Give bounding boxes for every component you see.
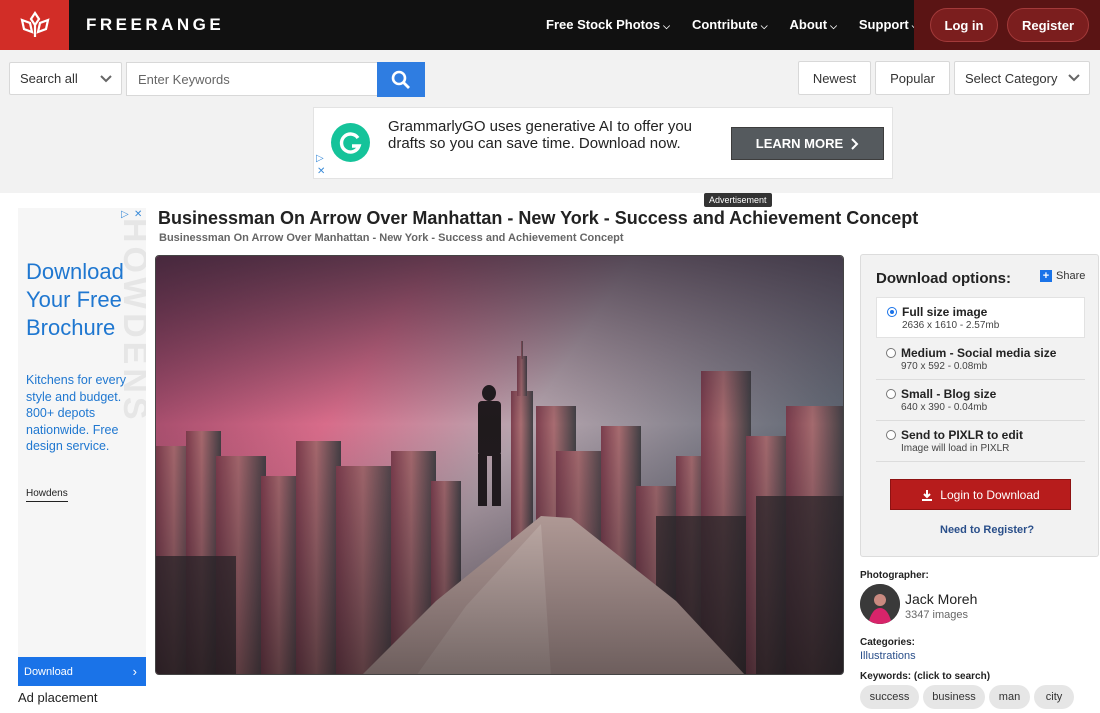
nav-label: About	[789, 17, 828, 32]
logo-icon	[19, 11, 50, 37]
chevron-down-icon: ⌵	[830, 21, 837, 31]
photographer-label: Photographer:	[860, 570, 929, 581]
keyword-tag[interactable]: city	[1034, 685, 1074, 709]
keyword-tag[interactable]: man	[989, 685, 1030, 709]
adchoices-icon[interactable]: ▷	[316, 153, 324, 164]
page-title: Businessman On Arrow Over Manhattan - Ne…	[158, 208, 919, 228]
left-advertisement[interactable]: HOWDENS ▷ ✕ Download Your Free Brochure …	[18, 208, 146, 686]
option-medium[interactable]: Medium - Social media size 970 x 592 - 0…	[876, 339, 1085, 380]
freerange-logo[interactable]	[0, 0, 69, 50]
top-advertisement[interactable]: GrammarlyGO uses generative AI to offer …	[313, 107, 893, 179]
option-details: 2636 x 1610 - 2.57mb	[902, 320, 1000, 331]
option-details: Image will load in PIXLR	[901, 443, 1010, 454]
download-options-title: Download options:	[876, 270, 1011, 287]
close-ad-icon[interactable]: ✕	[317, 166, 325, 177]
option-small[interactable]: Small - Blog size 640 x 390 - 0.04mb	[876, 380, 1085, 421]
grammarly-logo-icon	[331, 123, 370, 162]
photographer-avatar[interactable]	[860, 584, 900, 624]
ad-brand[interactable]: Howdens	[26, 488, 68, 502]
learn-more-button[interactable]: LEARN MORE	[731, 127, 884, 160]
radio-medium[interactable]	[886, 348, 896, 358]
main-photo[interactable]	[155, 255, 844, 675]
download-icon	[922, 489, 933, 501]
option-label: Medium - Social media size	[901, 346, 1057, 360]
chevron-down-icon	[1068, 74, 1080, 82]
adchoices-icon[interactable]: ▷	[121, 209, 129, 220]
option-details: 640 x 390 - 0.04mb	[901, 402, 988, 413]
register-button[interactable]: Register	[1007, 8, 1089, 42]
search-button[interactable]	[377, 62, 425, 97]
share-label: Share	[1056, 270, 1086, 282]
option-full-size[interactable]: Full size image 2636 x 1610 - 2.57mb	[876, 297, 1085, 338]
keywords-label: Keywords: (click to search)	[860, 671, 991, 682]
photographer-image-count: 3347 images	[905, 609, 968, 621]
nav-label: Free Stock Photos	[546, 17, 661, 32]
advertisement-label: Advertisement	[704, 193, 772, 207]
option-label: Send to PIXLR to edit	[901, 428, 1023, 442]
keyword-tag[interactable]: success	[860, 685, 919, 709]
nav-contribute[interactable]: Contribute ⌵	[692, 17, 768, 32]
login-to-download-label: Login to Download	[940, 487, 1040, 502]
chevron-down-icon	[100, 75, 112, 83]
radio-small[interactable]	[886, 389, 896, 399]
chevron-right-icon: ›	[132, 664, 137, 679]
ad-headline: Download Your Free Brochure	[26, 259, 124, 340]
ad-placement-label: Ad placement	[18, 690, 98, 705]
category-link[interactable]: Illustrations	[860, 650, 916, 662]
search-scope-value: Search all	[20, 71, 78, 86]
nav-label: Support	[858, 17, 909, 32]
avatar-image	[860, 584, 900, 624]
keyword-search-input[interactable]	[126, 62, 378, 96]
nav-support[interactable]: Support⌵	[859, 17, 919, 32]
learn-more-label: LEARN MORE	[755, 136, 844, 151]
chevron-down-icon: ⌵	[663, 21, 670, 31]
login-to-download-button[interactable]: Login to Download	[890, 479, 1071, 510]
nav-label: Contribute	[691, 17, 758, 32]
option-details: 970 x 592 - 0.08mb	[901, 361, 988, 372]
plus-icon: +	[1040, 270, 1052, 282]
search-scope-select[interactable]: Search all	[9, 62, 122, 95]
option-pixlr[interactable]: Send to PIXLR to edit Image will load in…	[876, 421, 1085, 462]
search-icon	[391, 70, 410, 89]
chevron-right-icon	[851, 137, 859, 150]
main-nav: Free Stock Photos ⌵ Contribute ⌵ About ⌵ Su…	[546, 17, 919, 32]
option-label: Small - Blog size	[901, 387, 997, 401]
sort-popular-button[interactable]: Popular	[875, 61, 950, 95]
top-nav-bar: FREERANGE Free Stock Photos ⌵ Contribute ⌵…	[0, 0, 1100, 50]
category-select[interactable]: Select Category	[954, 61, 1090, 95]
option-label: Full size image	[902, 305, 988, 319]
category-value: Select Category	[965, 70, 1058, 86]
ad-download-label: Download	[24, 665, 73, 678]
share-button[interactable]: + Share	[1040, 270, 1085, 282]
chevron-down-icon: ⌵	[760, 21, 768, 31]
need-to-register-link[interactable]: Need to Register?	[940, 524, 1034, 536]
radio-pixlr[interactable]	[886, 430, 896, 440]
keyword-tag[interactable]: business	[923, 685, 985, 709]
sort-newest-button[interactable]: Newest	[798, 61, 871, 95]
photographer-name[interactable]: Jack Moreh	[905, 591, 977, 607]
download-options-panel: Download options: + Share Full size imag…	[860, 254, 1099, 557]
brand-name[interactable]: FREERANGE	[86, 15, 224, 35]
ad-text: GrammarlyGO uses generative AI to offer …	[388, 118, 693, 152]
categories-label: Categories:	[860, 637, 916, 648]
radio-full-size[interactable]	[887, 307, 897, 317]
ad-body: Kitchens for every style and budget. 800…	[26, 373, 127, 453]
ad-download-button[interactable]: Download ›	[18, 657, 146, 686]
page-subtitle: Businessman On Arrow Over Manhattan - Ne…	[159, 232, 624, 244]
login-button[interactable]: Log in	[930, 8, 998, 42]
nav-free-stock-photos[interactable]: Free Stock Photos ⌵	[546, 17, 670, 32]
nav-about[interactable]: About ⌵	[790, 17, 837, 32]
photo-artwork	[156, 256, 843, 674]
close-ad-icon[interactable]: ✕	[134, 209, 142, 220]
